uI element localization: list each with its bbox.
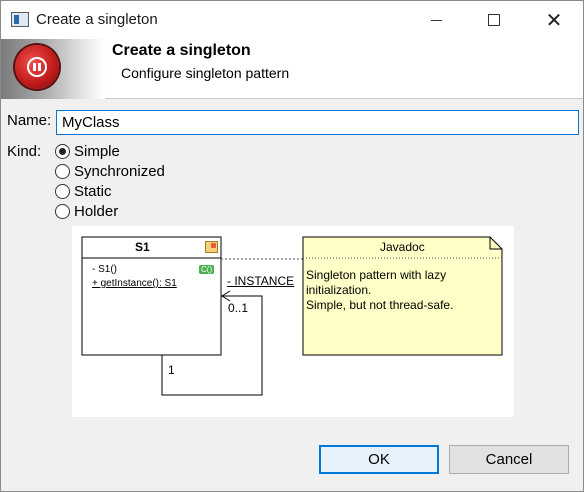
class-box xyxy=(81,236,222,356)
dialog-window: Create a singleton ✕ Create a singleton … xyxy=(0,0,584,492)
association-label: - INSTANCE xyxy=(227,274,295,288)
radio-holder-label: Holder xyxy=(74,202,119,220)
window-app-icon xyxy=(11,12,29,27)
maximize-button[interactable] xyxy=(471,1,517,39)
banner-subtitle: Configure singleton pattern xyxy=(121,65,290,81)
radio-synchronized[interactable] xyxy=(55,163,70,179)
note-title: Javadoc xyxy=(380,240,425,254)
kind-radio-static[interactable]: Static xyxy=(55,181,112,201)
note-line1: Singleton pattern with lazy initializati… xyxy=(306,268,447,297)
banner-image xyxy=(1,39,105,99)
cancel-button[interactable]: Cancel xyxy=(449,445,569,474)
ok-button[interactable]: OK xyxy=(319,445,439,474)
class-constructor: - S1() xyxy=(92,264,117,275)
singleton-pattern-icon xyxy=(15,45,59,89)
constructor-badge: C() xyxy=(199,265,215,274)
note-line2: Simple, but not thread-safe. xyxy=(306,298,454,312)
radio-simple[interactable] xyxy=(55,143,70,159)
minimize-button[interactable] xyxy=(413,1,459,39)
radio-synchronized-label: Synchronized xyxy=(74,162,165,180)
multiplicity-source: 1 xyxy=(168,363,175,377)
radio-simple-label: Simple xyxy=(74,142,120,160)
window-title: Create a singleton xyxy=(36,11,158,28)
kind-label: Kind: xyxy=(7,143,42,160)
class-name: S1 xyxy=(135,240,150,254)
minimize-icon xyxy=(430,19,442,21)
banner-title: Create a singleton xyxy=(112,42,251,59)
radio-holder[interactable] xyxy=(55,203,70,219)
name-label: Name: xyxy=(7,112,52,129)
kind-radio-simple[interactable]: Simple xyxy=(55,141,120,161)
wizard-banner: Create a singleton Configure singleton p… xyxy=(1,39,583,99)
radio-static-label: Static xyxy=(74,182,112,200)
radio-static[interactable] xyxy=(55,183,70,199)
class-method: + getInstance(): S1 xyxy=(92,278,177,289)
kind-radio-holder[interactable]: Holder xyxy=(55,201,118,221)
close-button[interactable]: ✕ xyxy=(531,1,577,39)
multiplicity-target: 0..1 xyxy=(228,301,249,315)
name-input[interactable] xyxy=(56,110,579,135)
uml-diagram-canvas xyxy=(81,236,503,396)
uml-preview-diagram: S1 - S1() C() + getInstance(): S1 - INST… xyxy=(72,226,514,417)
close-icon: ✕ xyxy=(545,8,563,32)
maximize-icon xyxy=(488,14,500,26)
title-bar[interactable]: Create a singleton ✕ xyxy=(1,1,583,39)
class-edit-icon xyxy=(205,241,218,253)
kind-radio-synchronized[interactable]: Synchronized xyxy=(55,161,165,181)
